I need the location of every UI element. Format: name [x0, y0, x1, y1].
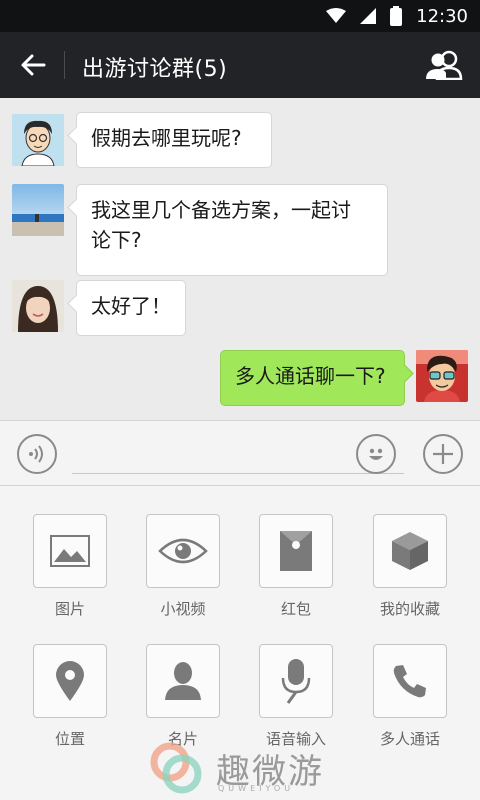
my-message-bubble[interactable]: 多人通话聊一下? [220, 350, 405, 406]
my-avatar[interactable] [416, 350, 468, 402]
more-button[interactable] [423, 434, 463, 474]
tool-voice-input[interactable]: 语音输入 [258, 644, 334, 749]
emoji-button[interactable] [356, 434, 396, 474]
tool-favorites-button[interactable] [373, 514, 447, 588]
message-bubble[interactable]: 我这里几个备选方案，一起讨 论下? [76, 184, 388, 276]
status-bar: 12:30 [0, 0, 480, 32]
phone-icon [393, 665, 426, 698]
tool-label: 小视频 [160, 600, 206, 618]
smiley-icon [369, 448, 383, 460]
avatar[interactable] [12, 184, 64, 236]
back-arrow-icon [21, 54, 46, 76]
title-bar: 出游讨论群(5) [0, 32, 480, 98]
tool-card-button[interactable] [146, 644, 220, 718]
tool-favorites[interactable]: 我的收藏 [372, 514, 448, 619]
avatar[interactable] [12, 114, 64, 166]
tool-red-envelope-button[interactable] [259, 514, 333, 588]
tool-video-button[interactable] [146, 514, 220, 588]
location-pin-icon [56, 661, 84, 701]
input-bar [0, 420, 480, 486]
avatar[interactable] [12, 280, 64, 332]
tool-group-call[interactable]: 多人通话 [372, 644, 448, 749]
watermark-subtext: QUWEIYOU [218, 784, 295, 793]
tool-label: 红包 [280, 600, 311, 618]
tool-label: 位置 [54, 730, 85, 748]
cube-icon [392, 532, 428, 570]
tool-location-button[interactable] [33, 644, 107, 718]
message-text-line: 论下? [91, 228, 142, 252]
tool-location[interactable]: 位置 [32, 644, 108, 749]
watermark: 趣微游 QUWEIYOU [148, 740, 348, 796]
title-divider [64, 51, 65, 79]
status-time: 12:30 [416, 5, 468, 27]
tool-image[interactable]: 图片 [32, 514, 108, 619]
message-bubble[interactable]: 太好了！ [76, 280, 186, 336]
tool-label: 多人通话 [379, 730, 440, 748]
voice-toggle-button[interactable] [17, 434, 57, 474]
group-info-button[interactable] [424, 47, 464, 83]
tool-card[interactable]: 名片 [145, 644, 221, 749]
signal-icon [360, 8, 377, 24]
microphone-icon [281, 659, 311, 704]
tool-label: 图片 [54, 600, 85, 618]
group-members-icon [426, 50, 463, 80]
tool-voice-input-button[interactable] [259, 644, 333, 718]
tool-red-envelope[interactable]: 红包 [258, 514, 334, 619]
message-text-line: 我这里几个备选方案，一起讨 [91, 198, 351, 222]
watermark-logo-icon [150, 742, 202, 794]
battery-icon [390, 6, 403, 26]
chat-area[interactable]: 假期去哪里玩呢? 我这里几个备选方案，一起讨 论下? 太好了！ 多人通话聊一下? [0, 98, 480, 420]
wifi-icon [326, 8, 347, 23]
image-icon [50, 535, 90, 567]
person-icon [165, 662, 201, 700]
page-title: 出游讨论群(5) [82, 57, 228, 82]
red-envelope-icon [280, 531, 312, 571]
voice-icon [29, 445, 43, 463]
message-text: 多人通话聊一下? [235, 364, 386, 388]
message-text: 太好了！ [91, 294, 171, 318]
eye-icon [158, 538, 208, 564]
tool-image-button[interactable] [33, 514, 107, 588]
message-input[interactable] [72, 473, 404, 474]
message-bubble[interactable]: 假期去哪里玩呢? [76, 112, 272, 168]
tool-group-call-button[interactable] [373, 644, 447, 718]
status-icons: 12:30 [326, 0, 468, 32]
back-button[interactable] [16, 48, 50, 82]
tool-video[interactable]: 小视频 [145, 514, 221, 619]
plus-icon [433, 444, 453, 464]
tool-label: 我的收藏 [379, 600, 440, 618]
message-text: 假期去哪里玩呢? [91, 126, 242, 150]
